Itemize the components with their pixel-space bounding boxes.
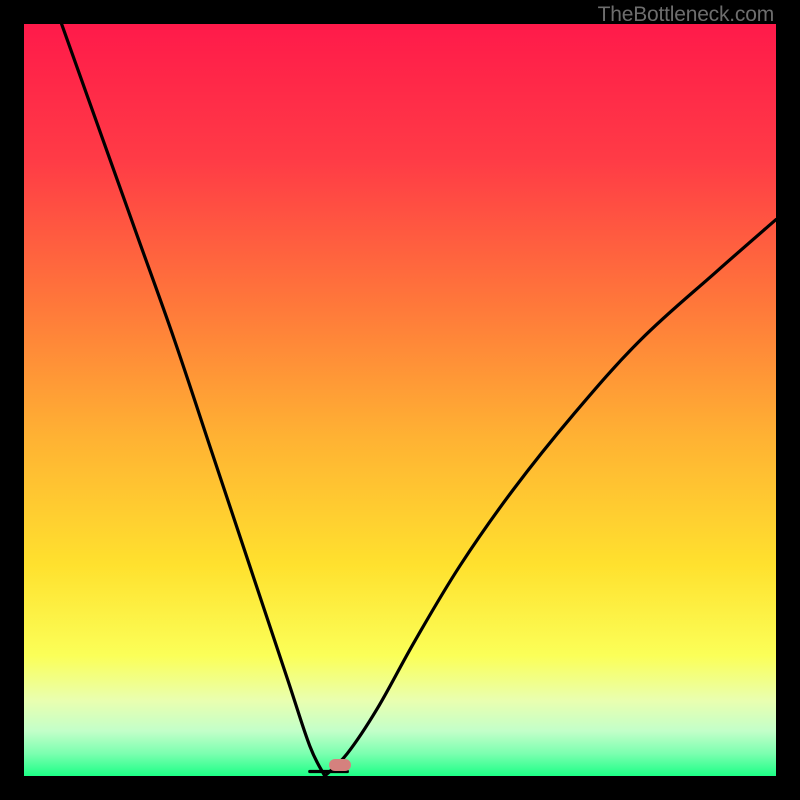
watermark-text: TheBottleneck.com <box>598 3 774 27</box>
curve-right-branch <box>325 220 776 776</box>
chart-frame: TheBottleneck.com <box>0 0 800 800</box>
bottleneck-curve <box>24 24 776 776</box>
curve-left-branch <box>62 24 325 776</box>
bottleneck-marker <box>329 759 351 771</box>
plot-area <box>24 24 776 776</box>
